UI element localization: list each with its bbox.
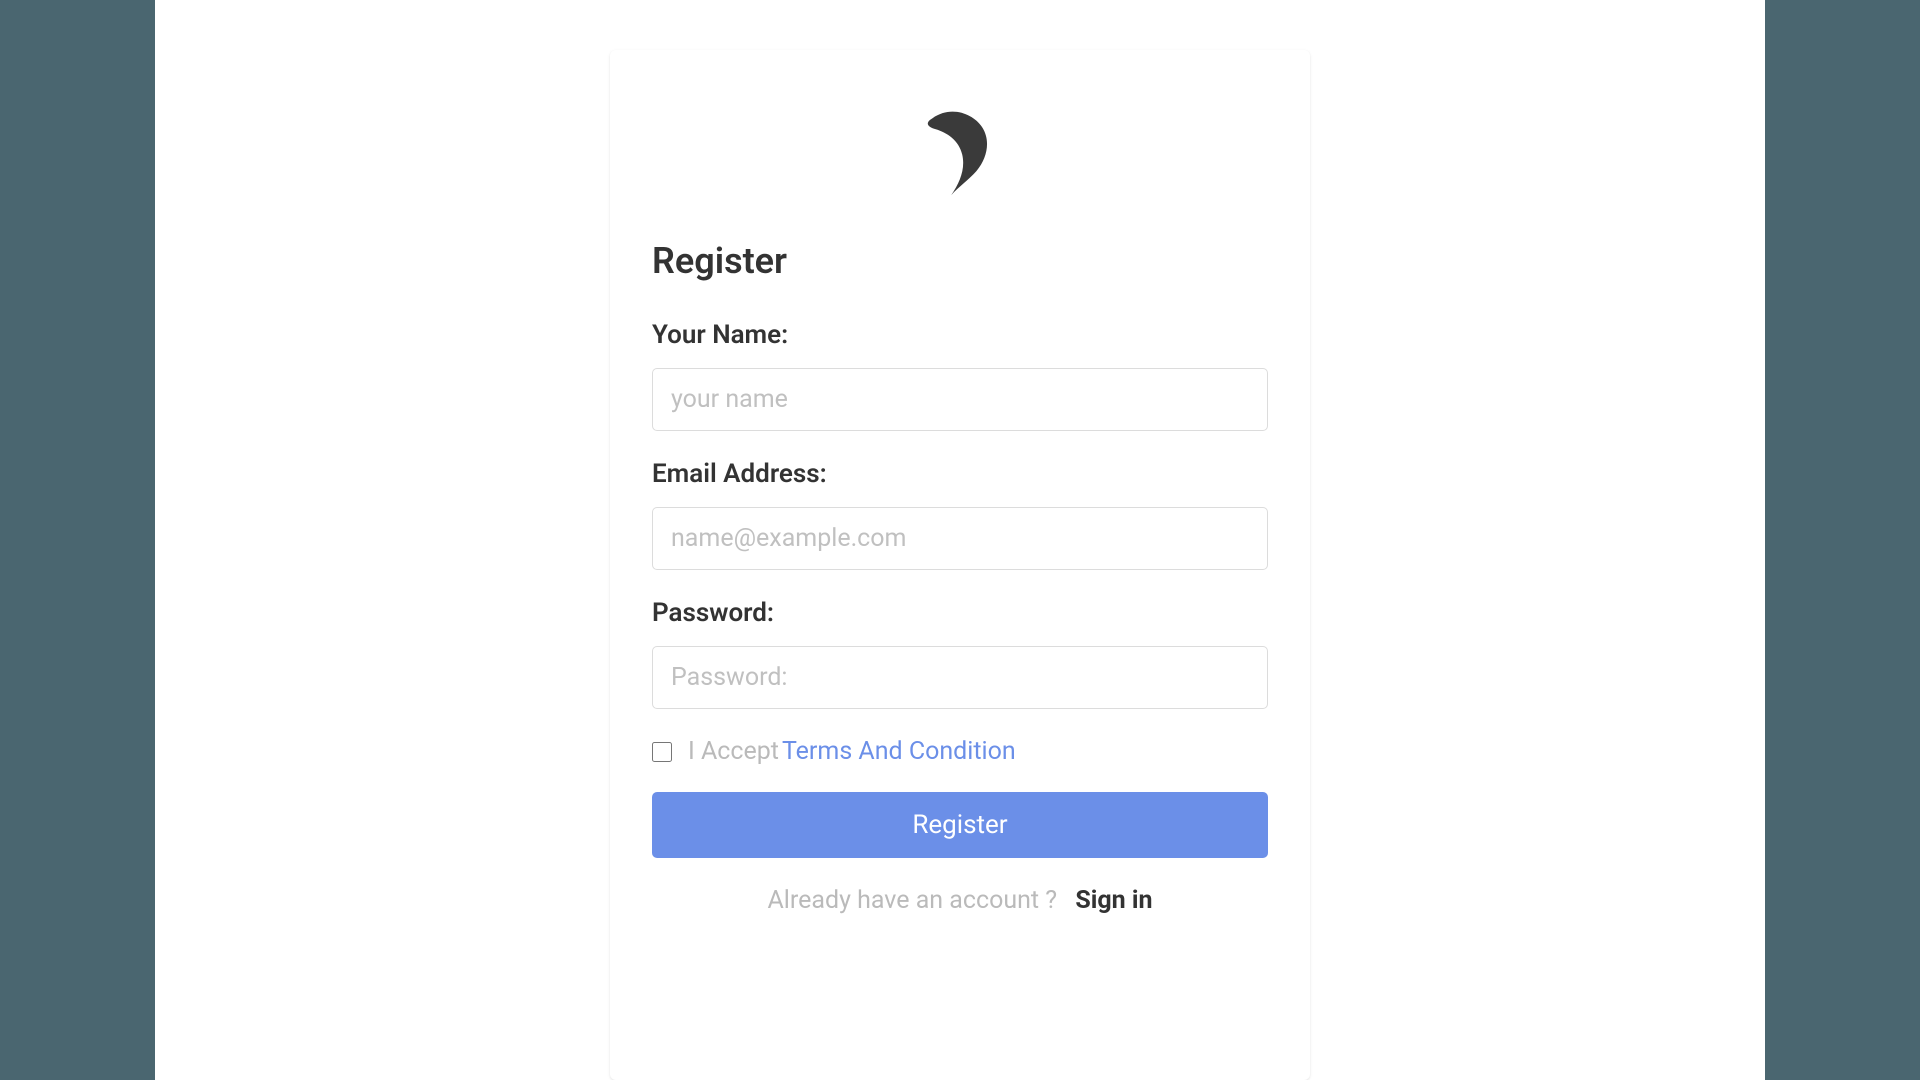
signin-row: Already have an account ? Sign in — [652, 886, 1268, 915]
terms-link[interactable]: Terms And Condition — [782, 737, 1016, 766]
logo-wrapper — [652, 94, 1268, 208]
email-label: Email Address: — [652, 459, 1268, 489]
terms-checkbox[interactable] — [652, 742, 672, 762]
email-form-group: Email Address: — [652, 459, 1268, 570]
password-label: Password: — [652, 598, 1268, 628]
register-button[interactable]: Register — [652, 792, 1268, 858]
page-title: Register — [652, 240, 1268, 282]
password-input[interactable] — [652, 646, 1268, 709]
name-label: Your Name: — [652, 320, 1268, 350]
name-form-group: Your Name: — [652, 320, 1268, 431]
register-card: Register Your Name: Email Address: Passw… — [610, 50, 1310, 1080]
page-container: Register Your Name: Email Address: Passw… — [155, 0, 1765, 1080]
already-have-account-text: Already have an account ? — [768, 886, 1058, 915]
brand-logo-icon — [905, 94, 1015, 208]
name-input[interactable] — [652, 368, 1268, 431]
terms-accept-text[interactable]: I Accept — [688, 737, 779, 766]
signin-link[interactable]: Sign in — [1075, 886, 1152, 915]
email-input[interactable] — [652, 507, 1268, 570]
password-form-group: Password: — [652, 598, 1268, 709]
terms-checkbox-group: I Accept Terms And Condition — [652, 737, 1268, 766]
